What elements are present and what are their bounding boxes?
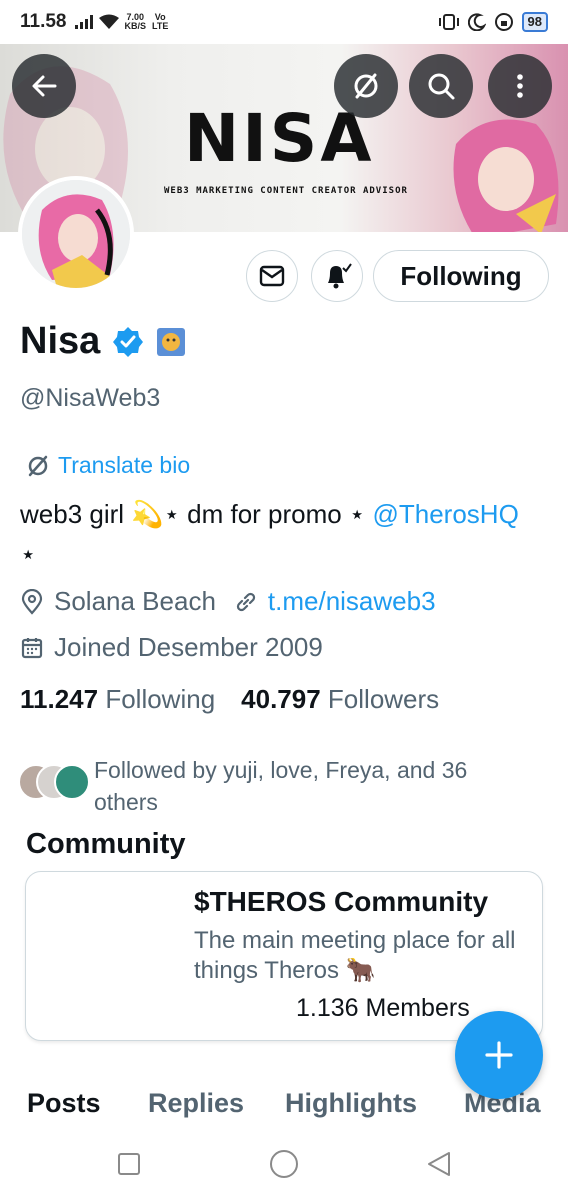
compose-post-button[interactable]: [455, 1011, 543, 1099]
avatar-image: [22, 180, 130, 288]
status-right-icons: 98: [438, 12, 548, 32]
tab-highlights[interactable]: Highlights: [285, 1088, 417, 1119]
followed-by-avatars: [18, 754, 94, 804]
more-options-button[interactable]: [488, 54, 552, 118]
home-button[interactable]: [266, 1146, 302, 1182]
message-button[interactable]: [246, 250, 298, 302]
joined-text: Joined Desember 2009: [54, 632, 323, 662]
status-time: 11.58: [20, 11, 67, 32]
verified-badge-icon[interactable]: [112, 326, 144, 358]
profile-bio: web3 girl 💫⋆ dm for promo ⋆ @TherosHQ ⋆: [20, 494, 560, 574]
joined-row: Joined Desember 2009: [20, 632, 323, 663]
lock-rotation-icon: [494, 13, 513, 31]
community-description: The main meeting place for all things Th…: [194, 927, 516, 984]
community-name: $THEROS Community: [194, 886, 489, 917]
bio-mention-link[interactable]: @TherosHQ: [372, 499, 518, 529]
system-back-button[interactable]: [421, 1146, 457, 1182]
following-button[interactable]: Following: [373, 250, 549, 302]
carrier-indicator: Vo LTE: [152, 12, 169, 31]
vibrate-icon: [438, 14, 459, 30]
followed-by-row[interactable]: Followed by yuji, love, Freya, and 36 ot…: [18, 754, 514, 818]
translate-bio-icon: [28, 455, 48, 476]
status-left-icons: 7.00 KB/S Vo LTE: [74, 12, 169, 31]
bio-trailing: ⋆: [20, 539, 37, 569]
plus-icon: [485, 1041, 513, 1069]
tab-replies[interactable]: Replies: [148, 1088, 244, 1119]
back-arrow-icon: [32, 75, 57, 97]
more-vertical-icon: [517, 74, 523, 98]
wifi-icon: [98, 14, 119, 29]
mail-icon: [259, 265, 285, 287]
follower-avatar: [54, 764, 90, 800]
calendar-icon: [21, 637, 43, 658]
community-section-title: Community: [26, 828, 186, 860]
recent-apps-button[interactable]: [111, 1146, 147, 1182]
status-bar: 11.58 7.00 KB/S Vo LTE 98: [0, 0, 568, 44]
followed-by-text: Followed by yuji, love, Freya, and 36 ot…: [94, 757, 468, 815]
location-text: Solana Beach: [54, 586, 216, 616]
community-card[interactable]: $THEROS Community The main meeting place…: [25, 871, 543, 1041]
following-count: 11.247: [20, 684, 99, 714]
battery-indicator: 98: [521, 12, 548, 32]
notifications-button[interactable]: [311, 250, 363, 302]
display-name: Nisa: [20, 320, 101, 362]
following-count-link[interactable]: 11.247 Following: [20, 684, 215, 715]
banner-illustration-right: [453, 119, 559, 232]
search-icon: [428, 73, 455, 100]
user-handle: @NisaWeb3: [20, 384, 161, 412]
followers-count: 40.797: [241, 684, 321, 714]
bio-text: web3 girl 💫⋆ dm for promo ⋆: [20, 499, 373, 529]
network-speed: 7.00 KB/S: [124, 12, 147, 31]
system-nav-bar: [0, 1130, 568, 1199]
triangle-back-icon: [428, 1152, 450, 1176]
profile-website-link[interactable]: t.me/nisaweb3: [268, 586, 436, 617]
circle-icon: [270, 1150, 298, 1178]
back-button[interactable]: [12, 54, 76, 118]
follow-counts: 11.247 Following 40.797 Followers: [20, 684, 439, 715]
translate-icon: [354, 73, 378, 99]
followers-count-link[interactable]: 40.797 Followers: [241, 684, 439, 715]
translate-bio-label: Translate bio: [58, 452, 191, 478]
location-link-row: Solana Beach t.me/nisaweb3: [20, 586, 436, 617]
notification-bell-icon: [328, 263, 352, 289]
search-button[interactable]: [409, 54, 473, 118]
followers-label: Followers: [327, 684, 440, 714]
link-icon: [236, 592, 256, 611]
signal-icon: [74, 15, 93, 29]
community-members: 1.136 Members: [296, 994, 470, 1022]
translate-button[interactable]: [334, 54, 398, 118]
affiliate-badge-icon[interactable]: [156, 327, 186, 357]
following-label: Following: [105, 684, 216, 714]
tab-posts[interactable]: Posts: [27, 1088, 101, 1119]
banner-tagline: WEB3 MARKETING CONTENT CREATOR ADVISOR: [164, 186, 408, 196]
banner-logo: NISA: [184, 100, 375, 177]
square-icon: [118, 1153, 140, 1175]
location-icon: [21, 588, 43, 615]
profile-avatar[interactable]: [18, 176, 134, 292]
moon-icon: [467, 13, 486, 31]
name-row: Nisa: [20, 320, 186, 363]
translate-bio-link[interactable]: Translate bio: [26, 452, 190, 479]
